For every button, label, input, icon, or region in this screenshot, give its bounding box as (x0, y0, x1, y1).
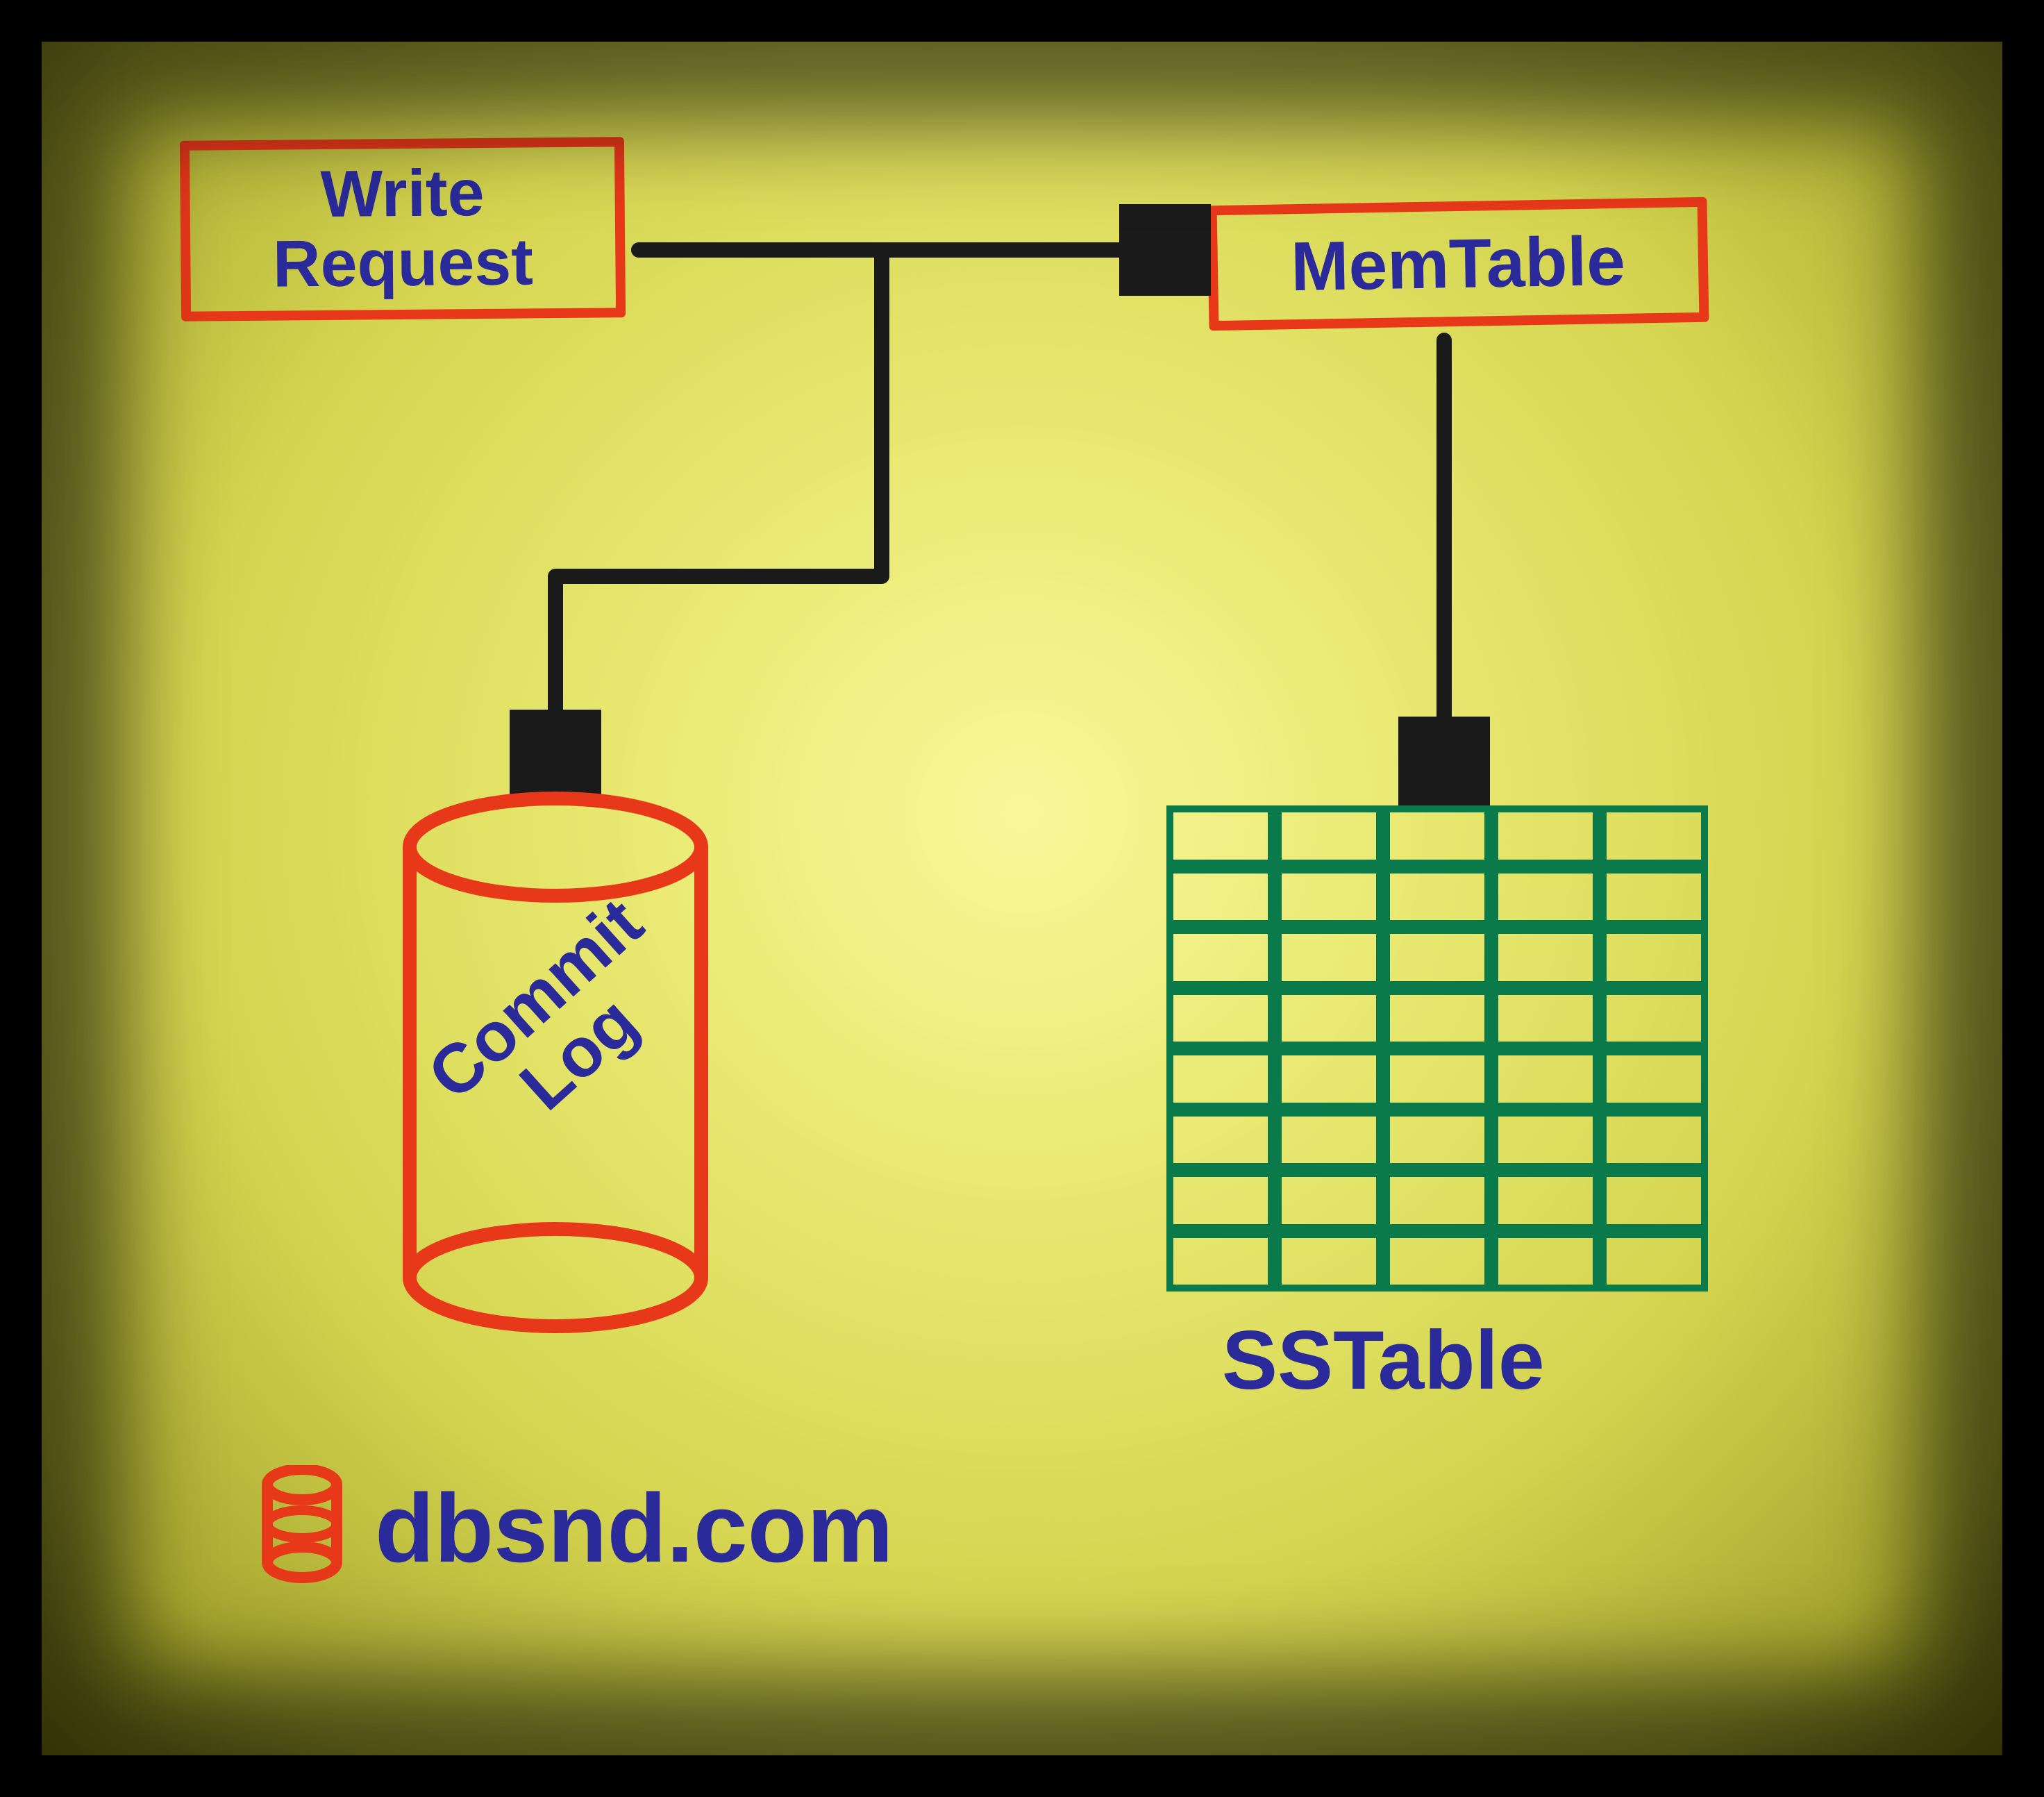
grid-cell (1491, 927, 1600, 988)
grid-cell (1491, 1110, 1600, 1171)
grid-cell (1275, 927, 1383, 988)
sstable-node (1166, 805, 1708, 1292)
grid-cell (1491, 1231, 1600, 1292)
grid-cell (1166, 1048, 1275, 1110)
grid-cell (1600, 1170, 1708, 1231)
grid-cell (1275, 1231, 1383, 1292)
grid-cell (1166, 988, 1275, 1049)
grid-cell (1166, 805, 1275, 867)
grid-cell (1383, 988, 1491, 1049)
grid-cell (1600, 1231, 1708, 1292)
grid-cell (1600, 867, 1708, 928)
grid-cell (1491, 988, 1600, 1049)
diagram-canvas: Write Request MemTable Commit Log (42, 42, 2002, 1755)
grid-cell (1275, 1170, 1383, 1231)
grid-cell (1491, 1048, 1600, 1110)
grid-cell (1383, 1170, 1491, 1231)
grid-cell (1600, 805, 1708, 867)
grid-cell (1166, 867, 1275, 928)
grid-cell (1383, 1231, 1491, 1292)
grid-cell (1275, 805, 1383, 867)
grid-cell (1383, 1110, 1491, 1171)
grid-cell (1166, 1110, 1275, 1171)
grid-cell (1275, 867, 1383, 928)
grid-cell (1166, 1170, 1275, 1231)
grid-cell (1383, 1048, 1491, 1110)
grid-cell (1275, 988, 1383, 1049)
grid-cell (1383, 927, 1491, 988)
grid-cell (1600, 1110, 1708, 1171)
grid-cell (1166, 1231, 1275, 1292)
grid-cell (1275, 1110, 1383, 1171)
grid-cell (1491, 867, 1600, 928)
grid-cell (1600, 988, 1708, 1049)
grid-cell (1383, 867, 1491, 928)
grid-cell (1600, 927, 1708, 988)
sstable-label: SSTable (1222, 1312, 1545, 1408)
grid-cell (1491, 1170, 1600, 1231)
grid-cell (1166, 927, 1275, 988)
grid-cell (1491, 805, 1600, 867)
footer-site: dbsnd.com (375, 1472, 894, 1585)
arrow-write-to-commitlog (555, 250, 882, 771)
grid-cell (1383, 805, 1491, 867)
grid-cell (1600, 1048, 1708, 1110)
footer-logo-icon (257, 1465, 347, 1583)
grid-cell (1275, 1048, 1383, 1110)
